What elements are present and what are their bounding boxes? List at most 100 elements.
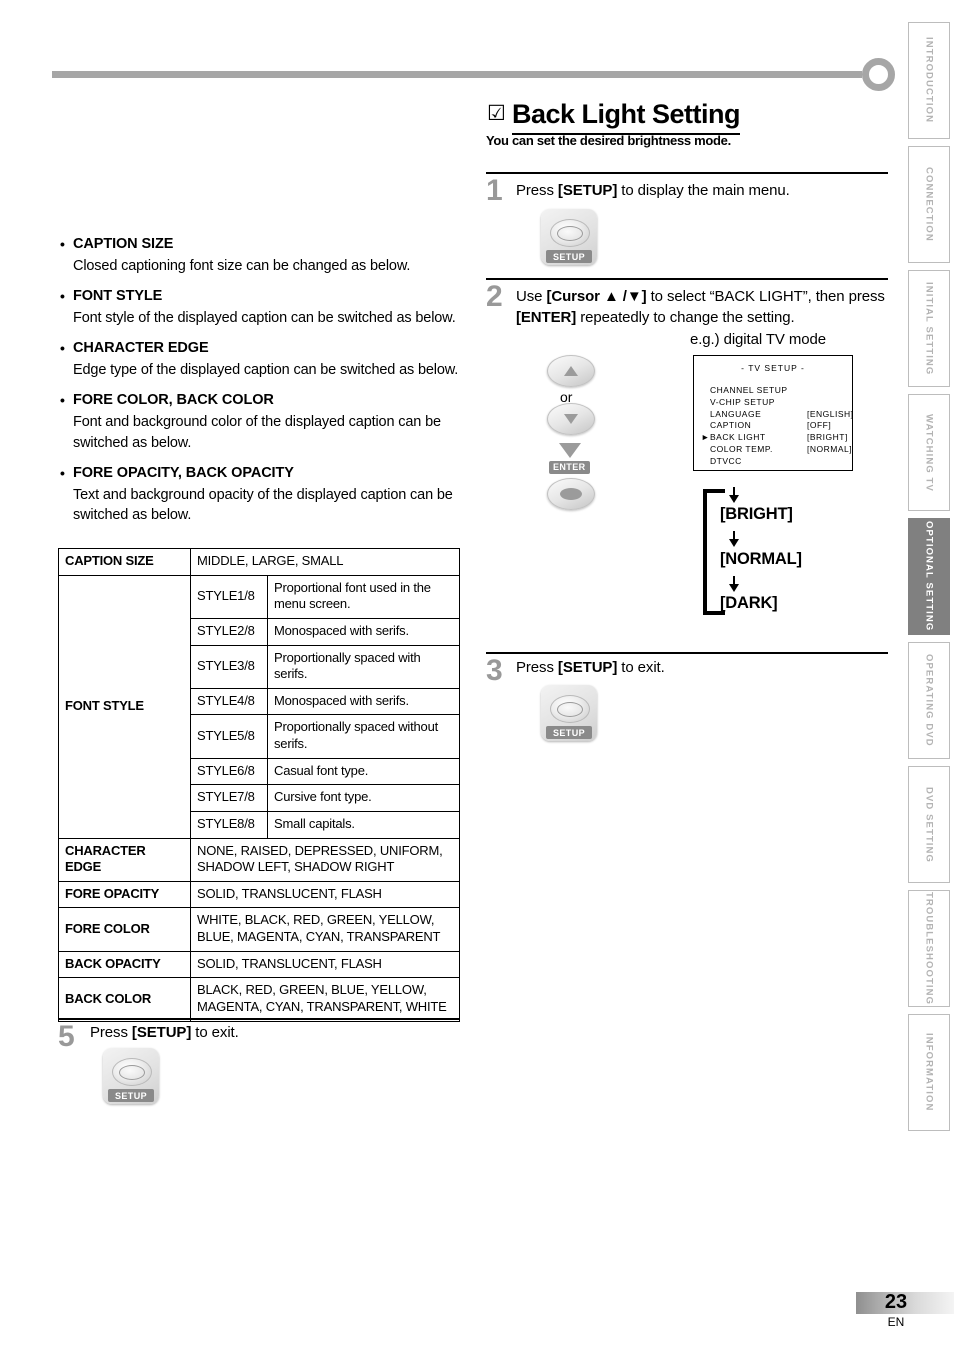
step-2-cursor-key: [Cursor ▲ /▼] xyxy=(546,288,647,305)
enter-oval-glyph xyxy=(560,488,582,500)
row-values: SOLID, TRANSLUCENT, FLASH xyxy=(190,880,460,909)
osd-row-name: CHANNEL SETUP xyxy=(710,385,788,395)
row-label: FORE COLOR xyxy=(58,907,191,952)
osd-row[interactable]: COLOR TEMP. [NORMAL] xyxy=(710,444,852,456)
setup-button-icon[interactable]: SETUP xyxy=(103,1048,159,1104)
row-label: BACK OPACITY xyxy=(58,950,191,979)
loop-option-bright: [BRIGHT] xyxy=(720,505,793,523)
cursor-up-button-icon[interactable] xyxy=(547,355,595,387)
osd-row-value: [ENGLISH] xyxy=(807,408,854,419)
loop-arrow-head-icon xyxy=(729,584,739,592)
sidebar-tab-information[interactable]: INFORMATION xyxy=(908,1014,950,1131)
osd-row-name: DTVCC xyxy=(710,455,742,466)
loop-arrow-stem xyxy=(733,531,735,539)
step-3-key: [SETUP] xyxy=(557,659,618,676)
style-desc: Casual font type. xyxy=(267,757,460,786)
osd-title: - TV SETUP - xyxy=(741,363,805,373)
step-1-key: [SETUP] xyxy=(557,182,618,199)
sidebar-tab-dvd-setting[interactable]: DVD SETTING xyxy=(908,766,950,883)
sidebar-tab-optional-setting[interactable]: OPTIONAL SETTING xyxy=(908,518,950,635)
tv-setup-osd: - TV SETUP - CHANNEL SETUP V-CHIP SETUP … xyxy=(693,355,853,471)
sidebar-tab-label: OPTIONAL SETTING xyxy=(923,521,935,632)
sidebar-tab-operating-dvd[interactable]: OPERATING DVD xyxy=(908,642,950,759)
step-5-text-before: Press xyxy=(90,1024,132,1041)
style-name: STYLE8/8 xyxy=(190,810,268,839)
step-number-1: 1 xyxy=(486,174,503,207)
step-5-text: Press [SETUP] to exit. xyxy=(90,1023,430,1044)
osd-row[interactable]: CHANNEL SETUP xyxy=(710,385,846,397)
setup-key-label: SETUP xyxy=(546,250,592,263)
loop-option-dark: [DARK] xyxy=(720,594,778,612)
osd-row-name: CAPTION xyxy=(710,420,752,431)
bullet-body: Edge type of the displayed caption can b… xyxy=(73,361,459,378)
step-5-key: [SETUP] xyxy=(131,1024,192,1041)
sidebar-tab-label: INTRODUCTION xyxy=(923,37,935,124)
table-row: BACK COLOR BLACK, RED, GREEN, BLUE, YELL… xyxy=(58,977,460,1022)
cursor-down-button-icon[interactable] xyxy=(547,403,595,435)
table-row: CHARACTER EDGE NONE, RAISED, DEPRESSED, … xyxy=(58,837,460,882)
osd-row[interactable]: CAPTION [OFF] xyxy=(710,420,846,432)
step-5-text-after: to exit. xyxy=(191,1024,239,1041)
osd-row-back-light[interactable]: ► BACK LIGHT [BRIGHT] xyxy=(701,432,847,444)
osd-row[interactable]: LANGUAGE [ENGLISH] xyxy=(710,409,853,421)
header-rule xyxy=(52,71,862,78)
step-2-enter-key: [ENTER] xyxy=(516,308,577,326)
osd-row-list: CHANNEL SETUP V-CHIP SETUP LANGUAGE [ENG… xyxy=(701,385,853,468)
table-row: FONT STYLE STYLE1/8 Proportional font us… xyxy=(58,574,460,839)
row-values: MIDDLE, LARGE, SMALL xyxy=(190,548,460,576)
row-label: CAPTION SIZE xyxy=(58,548,191,576)
osd-row-name: BACK LIGHT xyxy=(710,432,766,443)
bullet-body: Font and background color of the display… xyxy=(73,413,441,451)
table-row: BACK OPACITY SOLID, TRANSLUCENT, FLASH xyxy=(58,950,460,979)
page-subtitle: You can set the desired brightness mode. xyxy=(486,133,731,148)
sidebar-tab-initial-setting[interactable]: INITIAL SETTING xyxy=(908,270,950,387)
sidebar-tab-label: INITIAL SETTING xyxy=(923,281,935,376)
sidebar-tab-label: CONNECTION xyxy=(923,167,935,242)
bullet-body: Text and background opacity of the displ… xyxy=(73,486,453,524)
osd-row[interactable]: V-CHIP SETUP xyxy=(710,397,846,409)
sidebar-tab-troubleshooting[interactable]: TROUBLESHOOTING xyxy=(908,890,950,1007)
list-item: CHARACTER EDGE Edge type of the displaye… xyxy=(58,339,462,380)
bullet-heading: FORE COLOR, BACK COLOR xyxy=(58,391,462,411)
caption-settings-table: CAPTION SIZE MIDDLE, LARGE, SMALL FONT S… xyxy=(58,548,460,1022)
triangle-down-icon xyxy=(564,414,578,424)
osd-row[interactable]: DTVCC xyxy=(710,456,846,468)
bullet-heading: CHARACTER EDGE xyxy=(58,339,462,359)
sidebar-tab-connection[interactable]: CONNECTION xyxy=(908,146,950,263)
style-desc: Monospaced with serifs. xyxy=(267,687,460,716)
table-row: FORE COLOR WHITE, BLACK, RED, GREEN, YEL… xyxy=(58,907,460,952)
setup-key-label: SETUP xyxy=(108,1089,154,1102)
style-desc: Small capitals. xyxy=(267,810,460,839)
sidebar-tab-label: WATCHING TV xyxy=(923,413,935,492)
step-1-text-before: Press xyxy=(516,182,558,199)
step-number-2: 2 xyxy=(486,280,503,313)
row-values: WHITE, BLACK, RED, GREEN, YELLOW, BLUE, … xyxy=(190,907,460,952)
style-name: STYLE3/8 xyxy=(190,644,268,689)
step-3-text-after: to exit. xyxy=(617,659,665,676)
setup-button-icon[interactable]: SETUP xyxy=(541,209,597,265)
example-label: e.g.) digital TV mode xyxy=(690,331,827,348)
style-name: STYLE5/8 xyxy=(190,714,268,759)
step-1-text: Press [SETUP] to display the main menu. xyxy=(516,181,896,202)
bullet-heading: FORE OPACITY, BACK OPACITY xyxy=(58,464,462,484)
sidebar-tab-label: OPERATING DVD xyxy=(923,654,935,747)
style-name: STYLE7/8 xyxy=(190,784,268,812)
row-label: BACK COLOR xyxy=(58,977,191,1022)
loop-arrow-stem xyxy=(733,487,735,495)
sidebar-tab-watching-tv[interactable]: WATCHING TV xyxy=(908,394,950,511)
page-language-code: EN xyxy=(887,1315,905,1329)
bullet-body: Font style of the displayed caption can … xyxy=(73,309,456,326)
setup-button-icon[interactable]: SETUP xyxy=(541,685,597,741)
loop-arrow-head-icon xyxy=(729,495,739,503)
list-item: CAPTION SIZE Closed captioning font size… xyxy=(58,235,462,276)
setup-disc-glyph xyxy=(112,1058,152,1086)
row-values: BLACK, RED, GREEN, BLUE, YELLOW, MAGENTA… xyxy=(190,977,460,1022)
style-name: STYLE2/8 xyxy=(190,617,268,646)
sidebar-tab-introduction[interactable]: INTRODUCTION xyxy=(908,22,950,139)
table-row: CAPTION SIZE MIDDLE, LARGE, SMALL xyxy=(58,548,460,576)
sidebar-tab-label: DVD SETTING xyxy=(923,786,935,863)
enter-button-icon[interactable] xyxy=(547,478,595,510)
step-1-text-after: to display the main menu. xyxy=(617,182,790,199)
list-item: FONT STYLE Font style of the displayed c… xyxy=(58,287,462,328)
osd-pointer-icon: ► xyxy=(701,432,710,443)
